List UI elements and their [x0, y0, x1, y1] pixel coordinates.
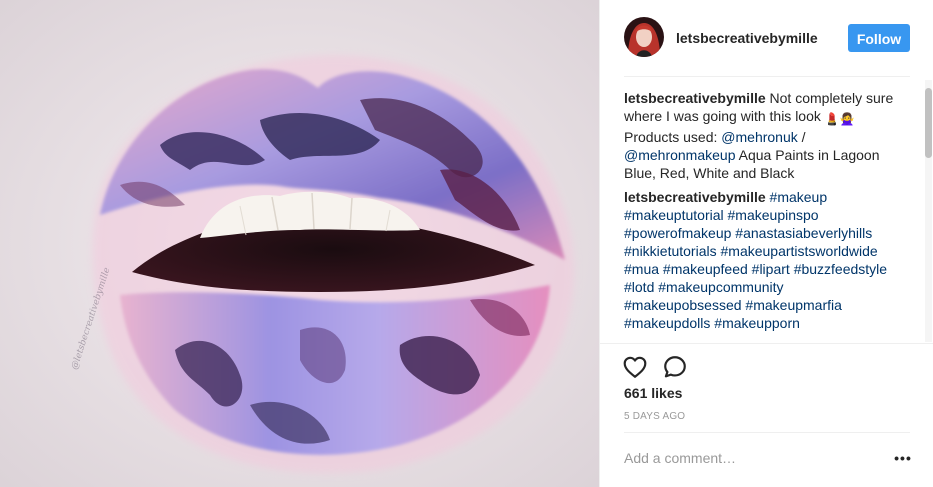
- hashtag-link[interactable]: #makeupcommunity: [658, 279, 783, 295]
- scrollbar-thumb[interactable]: [925, 88, 932, 158]
- hashtag-link[interactable]: #lotd: [624, 279, 654, 295]
- comment-author[interactable]: letsbecreativebymille: [624, 90, 766, 106]
- hashtag-link[interactable]: #makeup: [770, 189, 828, 205]
- hashtag-link[interactable]: #makeupfeed: [663, 261, 748, 277]
- more-options-button[interactable]: •••: [892, 448, 914, 468]
- heart-icon[interactable]: [622, 354, 648, 380]
- lips-artwork: [0, 0, 599, 487]
- hashtag-link[interactable]: #buzzfeedstyle: [794, 261, 887, 277]
- comment-text: /: [797, 129, 806, 145]
- hashtag-link[interactable]: #mua: [624, 261, 659, 277]
- hashtag-link[interactable]: #lipart: [752, 261, 790, 277]
- hashtag-link[interactable]: #makeupporn: [714, 315, 800, 331]
- add-comment-input[interactable]: [624, 444, 874, 472]
- hashtag-link[interactable]: #makeupobsessed: [624, 297, 742, 313]
- hashtag-link[interactable]: #makeupartistsworldwide: [721, 243, 878, 259]
- hashtag-link[interactable]: #makeuptutorial: [624, 207, 724, 223]
- hashtag-link[interactable]: #makeupmarfia: [745, 297, 842, 313]
- hashtag-link[interactable]: #nikkietutorials: [624, 243, 717, 259]
- comment-author[interactable]: letsbecreativebymille: [624, 189, 766, 205]
- comment-item: letsbecreativebymille #makeup #makeuptut…: [624, 188, 900, 332]
- comment-item: letsbecreativebymille Not completely sur…: [624, 89, 900, 182]
- hashtag-link[interactable]: #makeupdolls: [624, 315, 710, 331]
- hashtag-link[interactable]: #anastasiabeverlyhills: [735, 225, 872, 241]
- likes-count[interactable]: 661 likes: [624, 385, 682, 401]
- post-author-username[interactable]: letsbecreativebymille: [676, 30, 818, 46]
- post-header: letsbecreativebymille Follow: [600, 0, 933, 76]
- avatar[interactable]: [624, 17, 664, 57]
- comment-text: Products used:: [624, 129, 722, 145]
- mention-link[interactable]: @mehronuk: [721, 129, 797, 145]
- comments-list: letsbecreativebymille Not completely sur…: [624, 89, 900, 343]
- speech-bubble-icon[interactable]: [662, 354, 688, 380]
- header-divider: [624, 76, 910, 77]
- post-side-panel: letsbecreativebymille Follow letsbecreat…: [599, 0, 933, 487]
- action-bar: [600, 343, 933, 386]
- comments-scrollbar[interactable]: [925, 80, 932, 342]
- comment-box-divider: [624, 432, 910, 433]
- instagram-post: @letsbecreativebymille letsbecreativebym…: [0, 0, 933, 487]
- post-photo[interactable]: @letsbecreativebymille: [0, 0, 599, 487]
- hashtag-link[interactable]: #powerofmakeup: [624, 225, 731, 241]
- post-timestamp[interactable]: 5 DAYS AGO: [624, 411, 685, 422]
- follow-button[interactable]: Follow: [848, 24, 910, 52]
- hashtag-link[interactable]: #makeupinspo: [728, 207, 819, 223]
- mention-link[interactable]: @mehronmakeup: [624, 147, 736, 163]
- emoji-glyphs: 💄🙅‍♀️: [824, 112, 855, 126]
- avatar-image: [624, 17, 664, 57]
